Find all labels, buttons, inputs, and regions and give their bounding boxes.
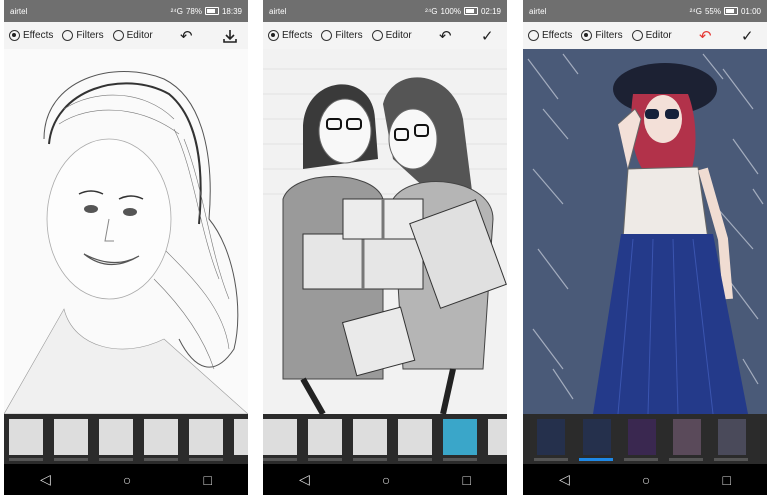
effects-option[interactable]: Effects — [268, 30, 312, 41]
filter-thumbnail[interactable] — [718, 419, 746, 455]
filter-thumbnail[interactable] — [583, 419, 611, 455]
radio-icon[interactable] — [631, 30, 643, 41]
status-bar: airtel ²⁴G 55% 01:00 — [523, 0, 767, 22]
undo-icon[interactable]: ↶ — [180, 22, 193, 49]
carrier-label: airtel — [529, 6, 547, 16]
recents-icon[interactable]: □ — [722, 472, 730, 488]
battery-icon — [204, 7, 219, 15]
radio-selected-icon[interactable] — [581, 30, 593, 41]
radio-icon[interactable] — [321, 30, 333, 41]
checkmark-icon[interactable]: ✓ — [481, 22, 494, 49]
android-nav-bar: ◁ ○ □ — [523, 464, 767, 495]
editor-option[interactable]: Editor — [112, 30, 153, 41]
filters-thumbnail-strip — [523, 414, 767, 464]
effects-option[interactable]: Effects — [9, 30, 53, 41]
battery-percent: 55% — [704, 6, 721, 16]
status-bar: airtel ²⁴G 100% 02:19 — [263, 0, 507, 22]
editor-option[interactable]: Editor — [631, 30, 672, 41]
status-bar: airtel ²⁴G 78% 18:39 — [4, 0, 248, 22]
effect-thumbnail[interactable] — [443, 419, 477, 455]
mode-toolbar: Effects Filters Editor ↶ — [4, 22, 248, 49]
checkmark-icon[interactable]: ✓ — [741, 22, 754, 49]
home-icon[interactable]: ○ — [382, 472, 390, 488]
android-nav-bar: ◁ ○ □ — [263, 464, 507, 495]
android-nav-bar: ◁ ○ □ — [4, 464, 248, 495]
filter-thumbnail[interactable] — [628, 419, 656, 455]
carrier-label: airtel — [269, 6, 287, 16]
back-icon[interactable]: ◁ — [299, 471, 310, 488]
effects-option[interactable]: Effects — [528, 30, 572, 41]
download-icon[interactable] — [222, 22, 238, 49]
effect-thumbnail[interactable] — [144, 419, 178, 455]
back-icon[interactable]: ◁ — [40, 471, 51, 488]
filter-thumbnail[interactable] — [537, 419, 565, 455]
selected-filter-indicator — [579, 458, 613, 461]
radio-icon[interactable] — [112, 30, 124, 41]
mode-toolbar: Effects Filters Editor ↶ ✓ — [263, 22, 507, 49]
effect-thumbnail[interactable] — [99, 419, 133, 455]
filters-option[interactable]: Filters — [62, 30, 104, 41]
sketch-photo-friends-gifts — [263, 49, 507, 414]
battery-percent: 78% — [185, 6, 202, 16]
mode-toolbar: Effects Filters Editor ↶ ✓ — [523, 22, 767, 49]
sketch-photo-portrait — [4, 49, 248, 414]
effect-thumbnail[interactable] — [398, 419, 432, 455]
filter-thumbnail[interactable] — [673, 419, 701, 455]
signal-icon: ²⁴G — [425, 6, 438, 16]
filters-option[interactable]: Filters — [581, 30, 623, 41]
editor-option[interactable]: Editor — [371, 30, 412, 41]
radio-selected-icon[interactable] — [9, 30, 20, 41]
radio-icon[interactable] — [371, 30, 383, 41]
clock: 01:00 — [740, 6, 761, 16]
recents-icon[interactable]: □ — [462, 472, 470, 488]
phone-screen-2: airtel ²⁴G 100% 02:19 Effects Filters Ed… — [263, 0, 507, 495]
home-icon[interactable]: ○ — [123, 472, 131, 488]
effects-thumbnail-strip — [4, 414, 248, 464]
effect-thumbnail[interactable] — [189, 419, 223, 455]
effect-thumbnail[interactable] — [353, 419, 387, 455]
back-icon[interactable]: ◁ — [559, 471, 570, 488]
clock: 18:39 — [221, 6, 242, 16]
battery-icon — [723, 7, 738, 15]
effect-thumbnail[interactable] — [234, 419, 248, 455]
carrier-label: airtel — [10, 6, 28, 16]
effect-thumbnail[interactable] — [308, 419, 342, 455]
battery-percent: 100% — [440, 6, 461, 16]
filters-option[interactable]: Filters — [321, 30, 363, 41]
battery-icon — [463, 7, 478, 15]
signal-icon: ²⁴G — [689, 6, 702, 16]
radio-selected-icon[interactable] — [268, 30, 279, 41]
phone-screen-3: airtel ²⁴G 55% 01:00 Effects Filters Edi… — [523, 0, 767, 495]
signal-icon: ²⁴G — [170, 6, 183, 16]
clock: 02:19 — [480, 6, 501, 16]
effect-thumbnail[interactable] — [54, 419, 88, 455]
undo-icon[interactable]: ↶ — [439, 22, 452, 49]
recents-icon[interactable]: □ — [203, 472, 211, 488]
effect-thumbnail[interactable] — [488, 419, 507, 455]
effect-thumbnail[interactable] — [263, 419, 297, 455]
phone-screen-1: airtel ²⁴G 78% 18:39 Effects Filters Edi… — [4, 0, 248, 495]
color-sketch-photo-woman-hat — [523, 49, 767, 414]
home-icon[interactable]: ○ — [642, 472, 650, 488]
radio-icon[interactable] — [528, 30, 539, 41]
effect-thumbnail[interactable] — [9, 419, 43, 455]
radio-icon[interactable] — [62, 30, 74, 41]
undo-icon[interactable]: ↶ — [699, 22, 712, 49]
effects-thumbnail-strip — [263, 414, 507, 464]
